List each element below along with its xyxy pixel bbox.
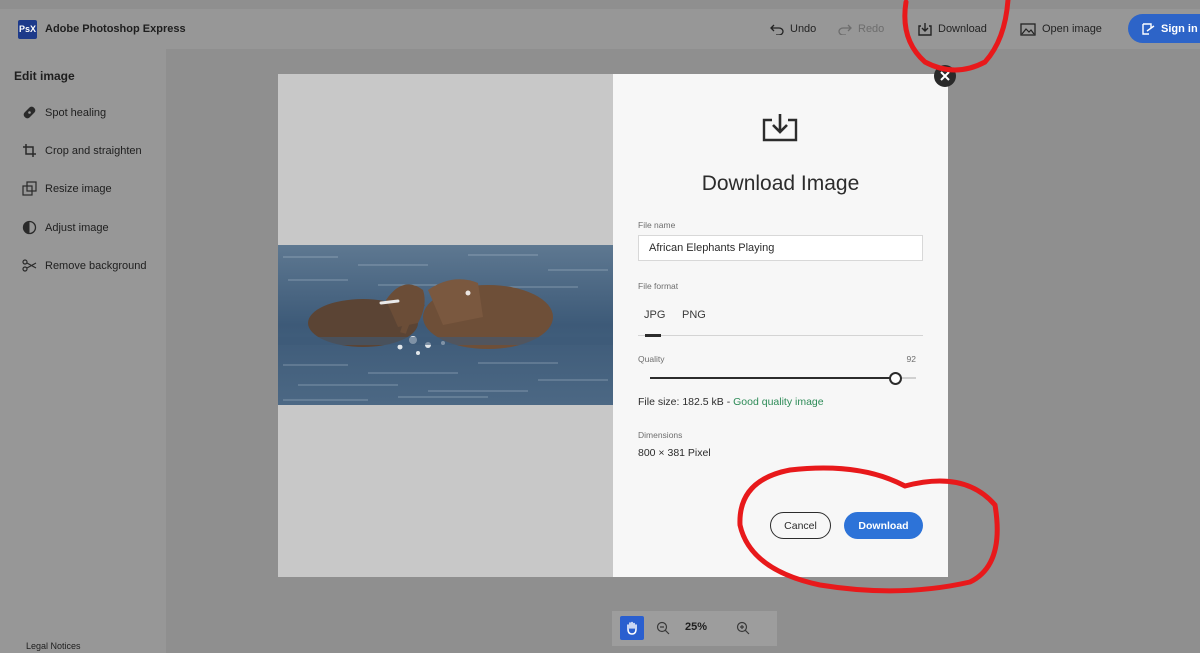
- hand-tool-button[interactable]: [620, 616, 644, 640]
- undo-icon: [770, 24, 784, 35]
- redo-icon: [838, 24, 852, 35]
- app-logo: PsX: [18, 19, 37, 39]
- zoom-in-icon[interactable]: [736, 621, 750, 635]
- download-toolbar-button[interactable]: Download: [918, 9, 987, 49]
- open-image-button[interactable]: Open image: [1020, 9, 1102, 49]
- legal-notices-link[interactable]: Legal Notices: [26, 641, 81, 651]
- close-icon: [940, 71, 950, 81]
- sidebar-item-spot-healing[interactable]: Spot healing: [22, 105, 106, 120]
- file-size-text: File size: 182.5 kB -: [638, 396, 734, 408]
- close-dialog-button[interactable]: [934, 65, 956, 87]
- adjust-icon: [22, 220, 37, 235]
- image-preview-panel: [278, 74, 613, 577]
- app-title: Adobe Photoshop Express: [45, 23, 186, 35]
- tab-active-indicator: [645, 334, 661, 337]
- tab-jpg[interactable]: JPG: [644, 309, 665, 321]
- download-dialog: Download Image File name File format JPG…: [278, 74, 948, 577]
- download-settings-panel: Download Image File name File format JPG…: [613, 74, 948, 577]
- sidebar-item-label: Resize image: [45, 182, 112, 195]
- sidebar-item-crop[interactable]: Crop and straighten: [22, 143, 142, 158]
- tab-divider: [638, 335, 923, 336]
- sign-in-button[interactable]: Sign in: [1128, 14, 1200, 43]
- sidebar-item-label: Crop and straighten: [45, 144, 142, 157]
- download-icon: [918, 23, 932, 36]
- hand-icon: [627, 621, 637, 635]
- image-icon: [1020, 22, 1036, 36]
- sidebar-item-label: Spot healing: [45, 106, 107, 119]
- quality-slider-handle[interactable]: [888, 372, 902, 385]
- download-button[interactable]: Download: [844, 512, 923, 539]
- sidebar-item-resize[interactable]: Resize image: [22, 181, 112, 196]
- sign-in-label: Sign in: [1161, 22, 1198, 35]
- sidebar-item-remove-background[interactable]: Remove background: [22, 258, 147, 273]
- file-format-label: File format: [638, 281, 679, 291]
- open-image-label: Open image: [1042, 23, 1102, 35]
- zoom-toolbar: 25%: [612, 611, 777, 646]
- image-preview: [278, 245, 613, 405]
- tab-png[interactable]: PNG: [682, 309, 706, 321]
- sign-in-icon: [1142, 22, 1155, 35]
- quality-note: Good quality image: [733, 396, 824, 408]
- sidebar-title: Edit image: [14, 69, 75, 83]
- zoom-out-icon[interactable]: [656, 621, 670, 635]
- download-toolbar-label: Download: [938, 23, 987, 35]
- file-name-input[interactable]: [638, 235, 923, 261]
- crop-icon: [23, 144, 36, 157]
- download-icon: [762, 114, 798, 142]
- cancel-button[interactable]: Cancel: [770, 512, 831, 539]
- sidebar-item-label: Remove background: [45, 259, 147, 272]
- redo-button[interactable]: Redo: [838, 9, 884, 49]
- quality-slider-fill: [650, 377, 895, 379]
- bandage-icon: [23, 106, 36, 119]
- resize-icon: [22, 181, 37, 196]
- redo-label: Redo: [858, 23, 885, 35]
- dialog-title: Download Image: [701, 172, 860, 195]
- dimensions-label: Dimensions: [638, 430, 683, 440]
- scissors-icon: [22, 259, 37, 272]
- quality-slider[interactable]: [650, 372, 916, 385]
- file-size-info: File size: 182.5 kB - Good quality image: [638, 396, 824, 408]
- zoom-level: 25%: [685, 621, 708, 633]
- sidebar-item-label: Adjust image: [45, 221, 109, 234]
- undo-button[interactable]: Undo: [770, 9, 816, 49]
- quality-value: 92: [906, 354, 916, 364]
- sidebar-item-adjust[interactable]: Adjust image: [22, 220, 109, 235]
- undo-label: Undo: [790, 23, 817, 35]
- top-bar: PsX Adobe Photoshop Express Undo Redo Do…: [0, 9, 1200, 49]
- sidebar: Edit image Spot healing Crop and straigh…: [0, 49, 166, 653]
- dimensions-value: 800 × 381 Pixel: [638, 447, 711, 459]
- quality-label: Quality: [638, 354, 665, 364]
- file-name-label: File name: [638, 220, 676, 230]
